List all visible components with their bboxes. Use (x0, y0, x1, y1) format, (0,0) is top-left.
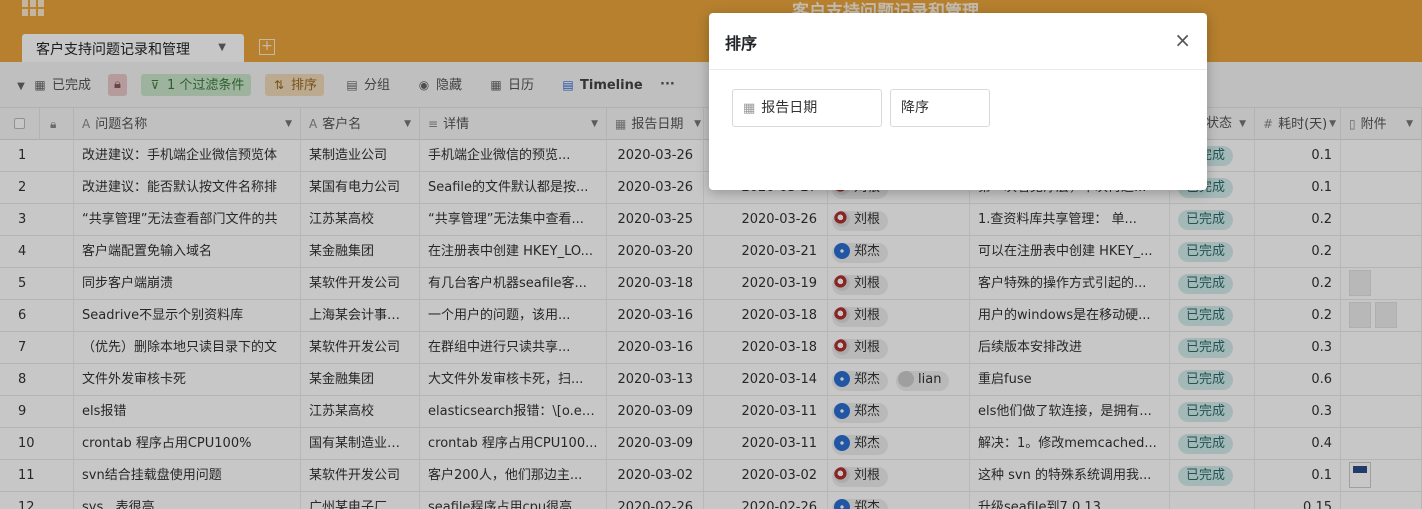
sort-field-select[interactable]: ▦ 报告日期 (732, 89, 882, 127)
calendar-icon: ▦ (743, 101, 756, 116)
dialog-title: 排序 (725, 34, 758, 53)
sort-dialog: 排序 × ▦ 报告日期 降序 (709, 13, 1207, 190)
dialog-header: 排序 × (709, 13, 1207, 70)
sort-order-select[interactable]: 降序 (890, 89, 990, 127)
sort-order-value: 降序 (901, 100, 929, 116)
sort-field-value: 报告日期 (761, 100, 818, 116)
close-icon[interactable]: × (1174, 28, 1191, 52)
